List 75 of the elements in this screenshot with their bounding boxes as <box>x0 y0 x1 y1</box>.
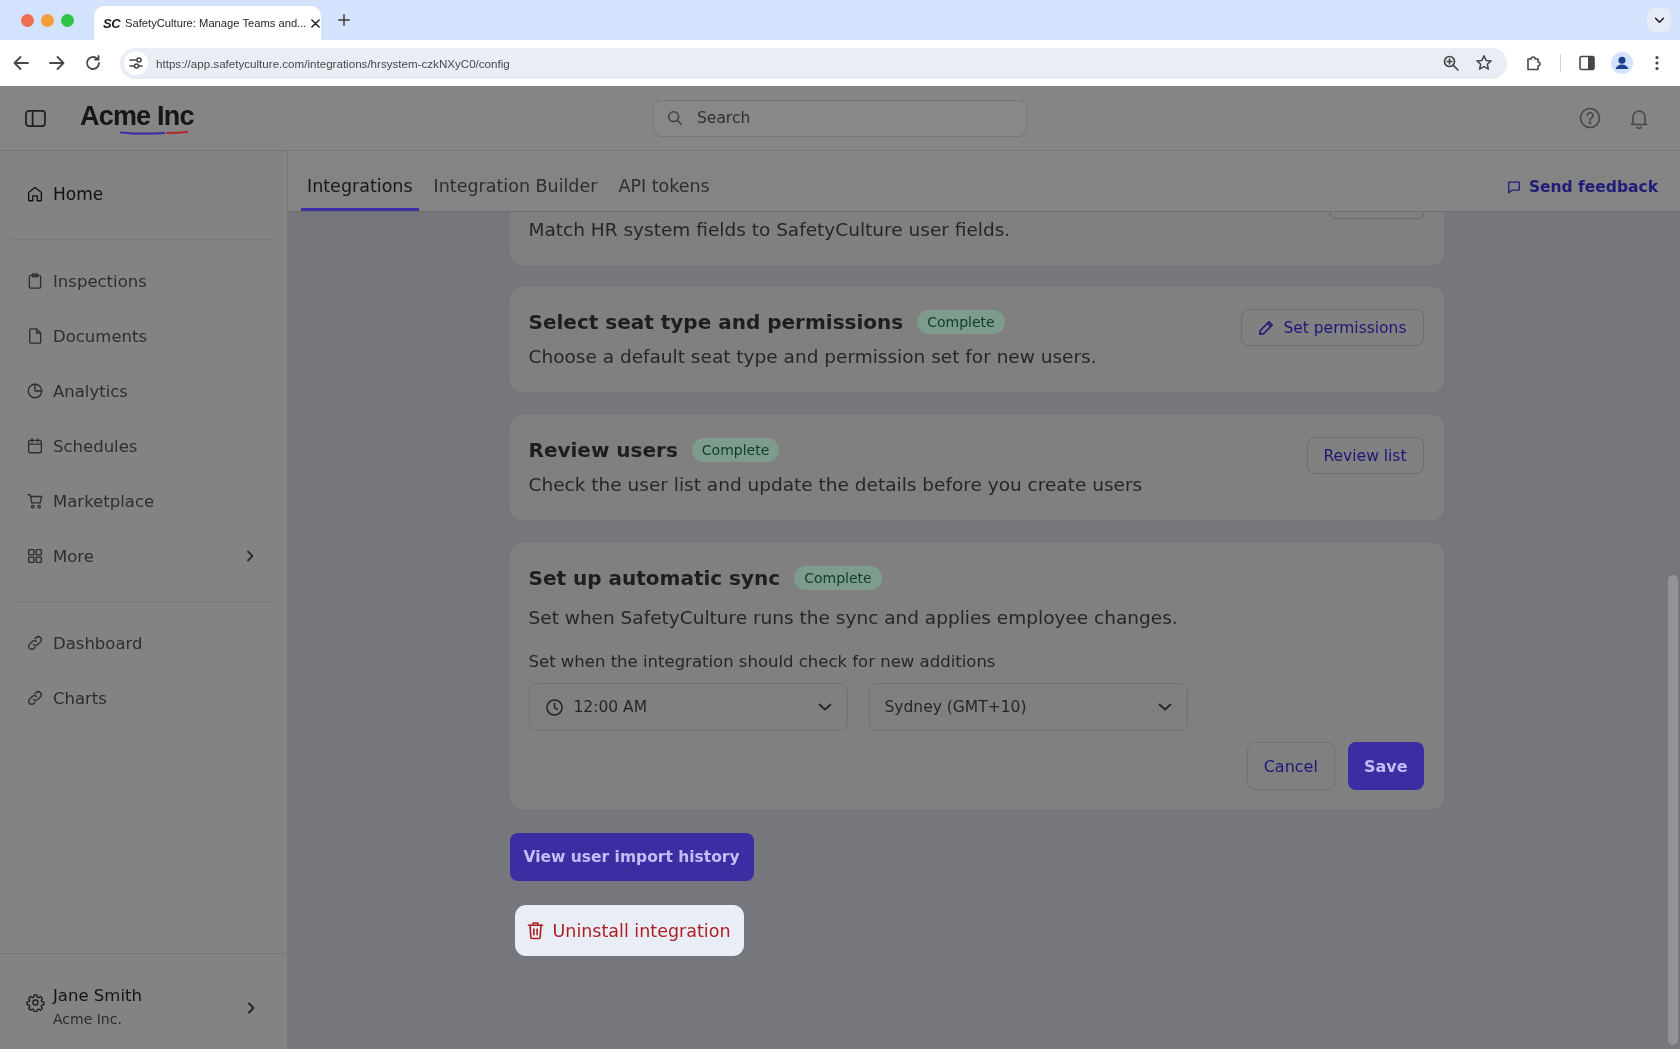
star-icon[interactable] <box>1475 54 1493 72</box>
link-icon <box>26 634 44 652</box>
field-label: Set when the integration should check for new additions <box>528 651 997 673</box>
card-title: Set up automatic sync <box>528 566 781 590</box>
chevron-down-icon <box>1653 16 1665 24</box>
chevron-right-icon <box>246 550 254 562</box>
nav-item[interactable]: Schedules <box>0 423 287 469</box>
document-icon <box>26 327 44 345</box>
nav-item[interactable]: Charts <box>0 675 287 721</box>
logo-underline-icon <box>120 130 188 135</box>
search-field[interactable]: Search <box>653 99 1027 137</box>
sidebar-toggle-icon[interactable] <box>25 108 46 128</box>
card-description: Choose a default seat type and permission set for new users. <box>528 345 1097 369</box>
back-arrow-icon[interactable] <box>12 54 30 72</box>
trash-icon <box>526 921 544 940</box>
browser-tab[interactable]: SC SafetyCulture: Manage Teams and... <box>94 6 321 40</box>
card-description: Set when SafetyCulture runs the sync and applies employee changes. <box>528 606 1179 630</box>
home-icon <box>26 185 44 203</box>
tab[interactable]: Integrations <box>301 151 419 211</box>
set-permissions-button[interactable]: Set permissions <box>1241 309 1424 346</box>
link-icon <box>26 689 44 707</box>
site-settings-icon[interactable] <box>124 51 148 75</box>
tab[interactable]: API tokens <box>612 151 716 211</box>
clock-icon <box>544 697 564 717</box>
pie-chart-icon <box>26 382 44 400</box>
nav-item[interactable]: Home <box>0 171 287 217</box>
card-description: Match HR system fields to SafetyCulture user fields. <box>528 218 1012 242</box>
nav-item[interactable]: Dashboard <box>0 620 287 666</box>
nav-item[interactable]: Inspections <box>0 258 287 304</box>
forward-arrow-icon[interactable] <box>48 54 66 72</box>
search-icon <box>667 109 683 126</box>
uninstall-button[interactable]: Uninstall integration <box>514 905 745 956</box>
nav-item[interactable]: Marketplace <box>0 478 287 524</box>
nav-item[interactable]: More <box>0 533 287 579</box>
clipboard-icon <box>26 272 44 290</box>
status-badge: Complete <box>794 566 882 590</box>
reload-icon[interactable] <box>84 54 102 72</box>
grid-icon <box>26 547 44 565</box>
cancel-button[interactable]: Cancel <box>1246 742 1335 790</box>
user-name: Jane Smith <box>53 985 143 1007</box>
side-panel-icon[interactable] <box>1578 54 1596 72</box>
send-feedback-link[interactable]: Send feedback <box>1506 151 1658 211</box>
favicon-logo: SC <box>103 15 121 31</box>
speech-bubble-icon <box>1506 179 1521 194</box>
status-badge: Complete <box>917 310 1005 334</box>
pencil-icon <box>1258 319 1275 336</box>
cart-icon <box>26 492 44 510</box>
user-menu[interactable]: Jane Smith Acme Inc. <box>0 953 287 1049</box>
nav-item[interactable]: Analytics <box>0 368 287 414</box>
status-badge: Complete <box>691 438 780 462</box>
view-history-button[interactable]: View user import history <box>509 833 754 881</box>
organization-name: Acme Inc. <box>53 1010 123 1029</box>
puzzle-piece-icon[interactable] <box>1525 54 1543 72</box>
card-title: Review users <box>528 438 678 462</box>
tab-search-button[interactable] <box>1647 8 1671 32</box>
logo-text: Acme Inc <box>80 101 194 131</box>
card-title: Select seat type and permissions <box>528 310 904 334</box>
settings-icon <box>26 993 45 1012</box>
nav-item[interactable]: Documents <box>0 313 287 359</box>
chevron-down-icon <box>1157 703 1172 711</box>
calendar-icon <box>26 437 44 455</box>
review-list-button[interactable]: Review list <box>1306 437 1424 474</box>
plus-icon[interactable] <box>338 14 350 26</box>
address-bar[interactable]: https://app.safetyculture.com/integrations/hrsystem-czkNXyC0/config <box>120 47 1507 79</box>
scrollbar-thumb[interactable] <box>1667 575 1678 1045</box>
close-icon[interactable] <box>311 18 321 28</box>
time-select[interactable]: 12:00 AM <box>528 683 848 731</box>
tab[interactable]: Integration Builder <box>427 151 604 211</box>
save-button[interactable]: Save <box>1347 742 1424 790</box>
zoom-in-icon[interactable] <box>1442 54 1460 72</box>
card-description: Check the user list and update the details before you create users <box>528 473 1143 497</box>
timezone-select[interactable]: Sydney (GMT+10) <box>868 683 1188 731</box>
chevron-down-icon <box>817 703 832 711</box>
chevron-right-icon <box>247 1001 255 1014</box>
profile-avatar-icon[interactable] <box>1611 52 1633 74</box>
